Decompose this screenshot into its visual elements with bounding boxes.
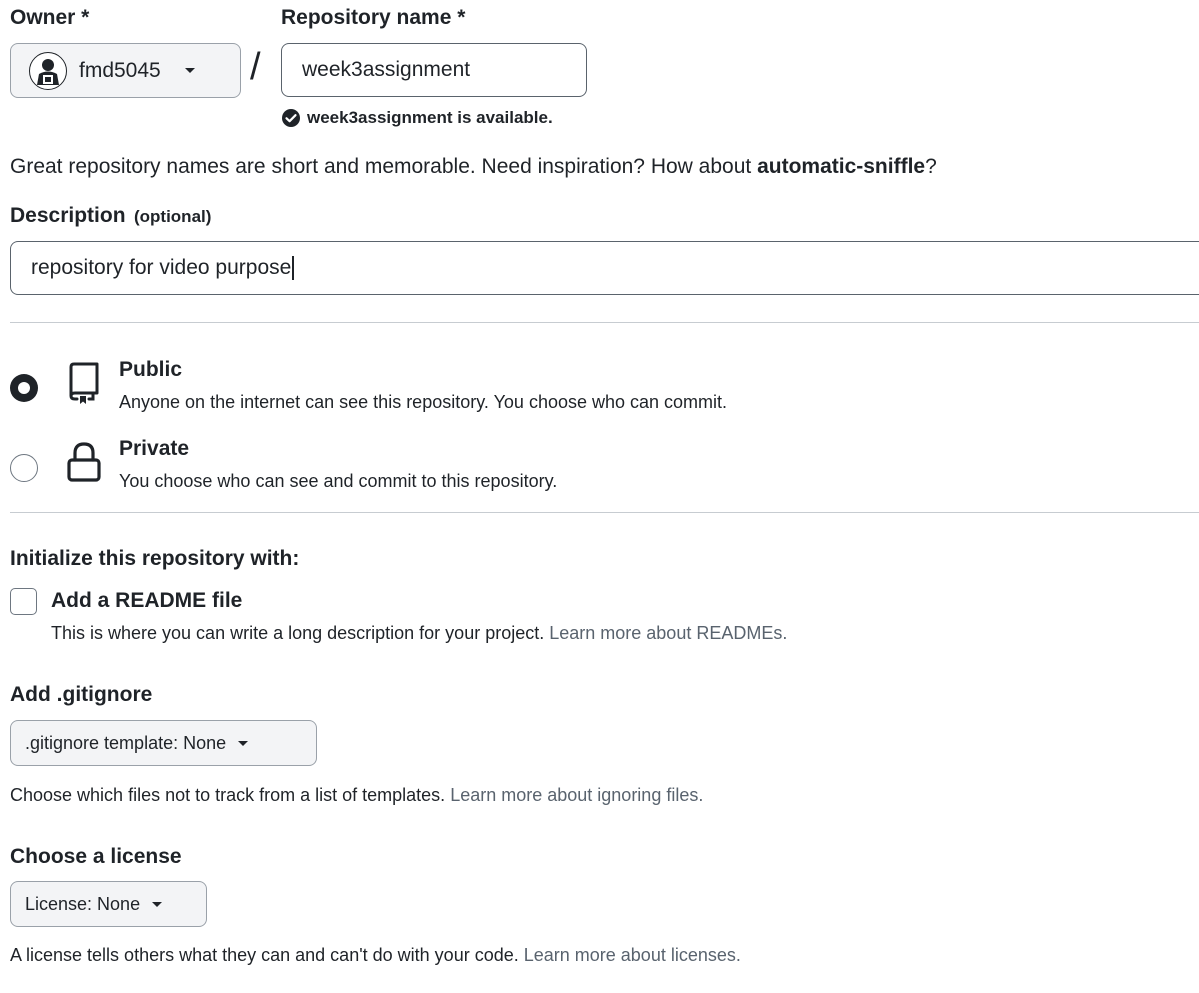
public-title: Public xyxy=(119,358,183,381)
chevron-down-icon xyxy=(184,68,195,73)
repo-name-label: Repository name * xyxy=(281,6,466,29)
license-description: A license tells others what they can and… xyxy=(10,945,741,966)
avatar xyxy=(29,51,67,90)
repo-name-input[interactable]: week3assignment xyxy=(281,43,587,97)
repo-name-hint: Great repository names are short and mem… xyxy=(10,155,937,179)
description-label-text: Description xyxy=(10,204,126,227)
hint-prefix: Great repository names are short and mem… xyxy=(10,155,758,178)
private-description: You choose who can see and commit to thi… xyxy=(119,471,558,491)
initialize-heading: Initialize this repository with: xyxy=(10,547,300,570)
public-description: Anyone on the internet can see this repo… xyxy=(119,392,728,412)
check-circle-icon xyxy=(281,108,301,128)
description-input[interactable]: repository for video purpose xyxy=(10,241,1199,295)
description-value: repository for video purpose xyxy=(31,256,292,279)
public-radio[interactable] xyxy=(10,374,38,402)
license-select[interactable]: License: None xyxy=(10,881,207,927)
owner-label: Owner * xyxy=(10,6,90,29)
chevron-down-icon xyxy=(152,901,163,907)
license-button-label: License: None xyxy=(25,893,141,914)
license-desc-text: A license tells others what they can and… xyxy=(10,945,524,965)
description-optional: (optional) xyxy=(133,207,212,226)
repo-availability: week3assignment is available. xyxy=(281,108,553,128)
readme-checkbox[interactable] xyxy=(10,588,37,615)
gitignore-desc-text: Choose which files not to track from a l… xyxy=(10,785,451,805)
divider xyxy=(10,322,1199,323)
gitignore-description: Choose which files not to track from a l… xyxy=(10,785,703,806)
hint-suffix: ? xyxy=(925,155,937,178)
readme-description: This is where you can write a long descr… xyxy=(51,623,787,644)
gitignore-template-select[interactable]: .gitignore template: None xyxy=(10,720,317,766)
availability-text: week3assignment is available. xyxy=(307,108,553,127)
owner-select[interactable]: fmd5045 xyxy=(10,43,241,98)
private-radio[interactable] xyxy=(10,454,38,482)
owner-name: fmd5045 xyxy=(79,58,161,82)
learn-more-readmes-link[interactable]: Learn more about READMEs. xyxy=(549,623,787,643)
gitignore-heading: Add .gitignore xyxy=(10,683,153,706)
description-label: Description (optional) xyxy=(10,204,211,228)
suggested-name-link[interactable]: automatic-sniffle xyxy=(757,155,925,178)
owner-repo-separator: / xyxy=(250,46,261,88)
lock-icon xyxy=(66,440,102,484)
learn-more-ignoring-link[interactable]: Learn more about ignoring files. xyxy=(450,785,703,805)
learn-more-licenses-link[interactable]: Learn more about licenses. xyxy=(524,945,741,965)
readme-label: Add a README file xyxy=(51,589,243,612)
repo-icon xyxy=(66,360,102,404)
chevron-down-icon xyxy=(238,740,249,746)
text-cursor xyxy=(292,256,294,280)
readme-desc-text: This is where you can write a long descr… xyxy=(51,623,550,643)
private-title: Private xyxy=(119,437,190,460)
divider xyxy=(10,512,1199,513)
license-heading: Choose a license xyxy=(10,845,182,868)
gitignore-button-label: .gitignore template: None xyxy=(25,732,227,753)
repo-name-value: week3assignment xyxy=(302,58,471,81)
